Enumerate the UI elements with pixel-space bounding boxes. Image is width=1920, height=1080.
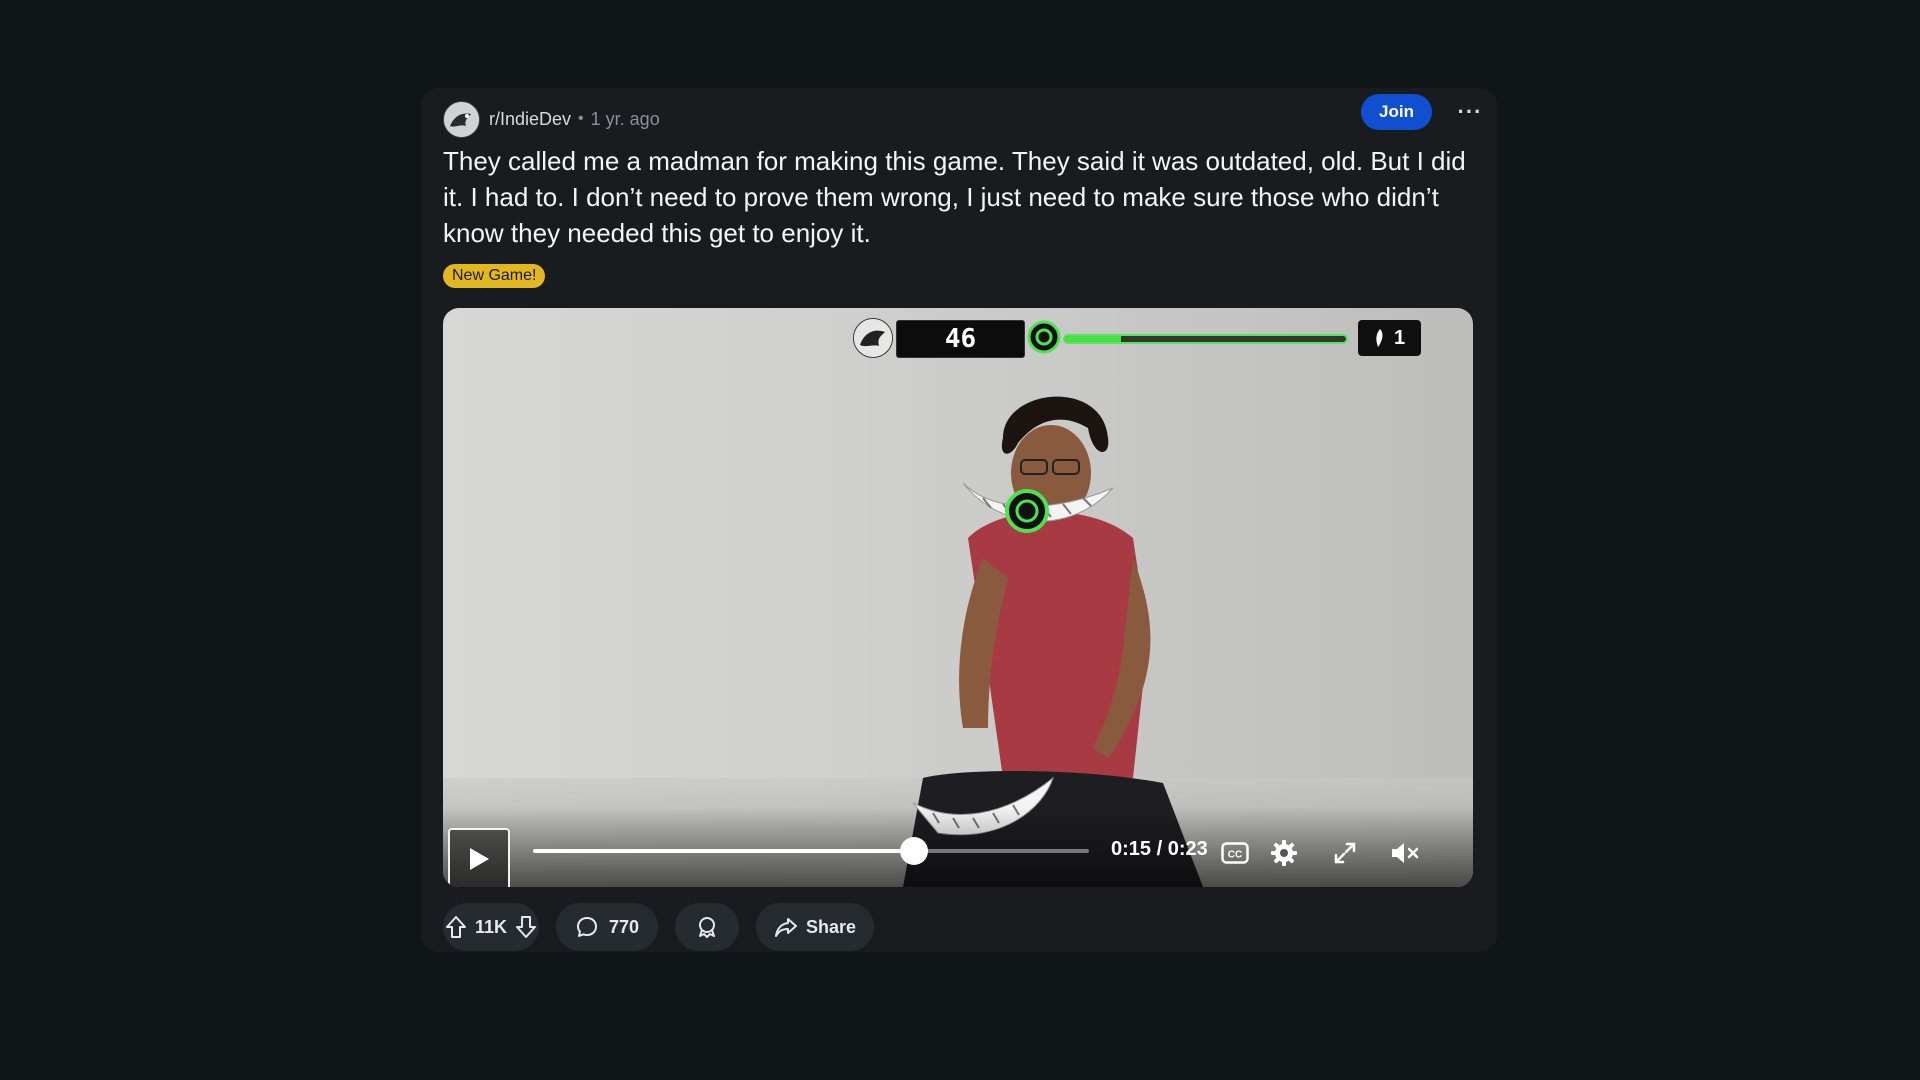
post-title[interactable]: They called me a madman for making this … <box>443 143 1483 251</box>
lives-counter: 1 <box>1358 320 1421 356</box>
comment-icon <box>576 917 597 937</box>
subreddit-name[interactable]: r/IndieDev <box>489 109 571 130</box>
lives-count: 1 <box>1393 326 1406 349</box>
vote-group: 11K <box>443 903 539 951</box>
video-player[interactable]: 46 1 0:15 / 0:23 CC <box>443 308 1473 887</box>
play-icon <box>470 848 489 870</box>
svg-text:CC: CC <box>1228 850 1242 861</box>
feather-icon <box>1376 329 1383 347</box>
mute-icon[interactable] <box>1387 835 1423 871</box>
video-controls <box>443 807 1473 887</box>
join-button[interactable]: Join <box>1361 94 1432 130</box>
vote-count: 11K <box>474 916 508 937</box>
seek-bar[interactable] <box>533 837 1089 865</box>
video-frame <box>443 396 1473 887</box>
award-button[interactable] <box>675 903 739 951</box>
award-icon <box>699 917 715 938</box>
downvote-icon[interactable] <box>515 915 537 939</box>
playback-time: 0:15 / 0:23 <box>1111 838 1208 860</box>
upvote-icon[interactable] <box>445 915 467 939</box>
share-icon <box>774 918 797 937</box>
seek-bar-progress <box>533 849 914 853</box>
share-label: Share <box>805 916 857 937</box>
more-icon[interactable]: ··· <box>1451 94 1489 130</box>
post-age: 1 yr. ago <box>590 108 660 129</box>
seek-handle[interactable] <box>899 837 928 865</box>
share-button[interactable]: Share <box>756 903 874 951</box>
energy-bar-fill <box>1065 336 1122 342</box>
target-ring-icon <box>1027 320 1061 354</box>
post-header: r/IndieDev • 1 yr. ago <box>443 94 1475 144</box>
meta-separator: • <box>578 110 584 127</box>
post-actions: 11K 770 Share <box>443 903 874 951</box>
settings-gear-icon[interactable] <box>1266 835 1302 871</box>
play-button[interactable] <box>448 828 510 887</box>
fullscreen-icon[interactable] <box>1327 835 1363 871</box>
player-avatar <box>853 318 893 358</box>
comments-button[interactable]: 770 <box>556 903 658 951</box>
post-flair[interactable]: New Game! <box>443 264 546 288</box>
post-card: r/IndieDev • 1 yr. ago Join ··· They cal… <box>421 88 1497 952</box>
energy-bar <box>1063 334 1348 344</box>
target-ring-icon <box>1005 489 1049 533</box>
score-counter: 46 <box>896 320 1025 358</box>
subreddit-avatar[interactable] <box>443 100 480 138</box>
cc-icon[interactable]: CC <box>1217 835 1253 871</box>
comment-count: 770 <box>608 916 640 937</box>
